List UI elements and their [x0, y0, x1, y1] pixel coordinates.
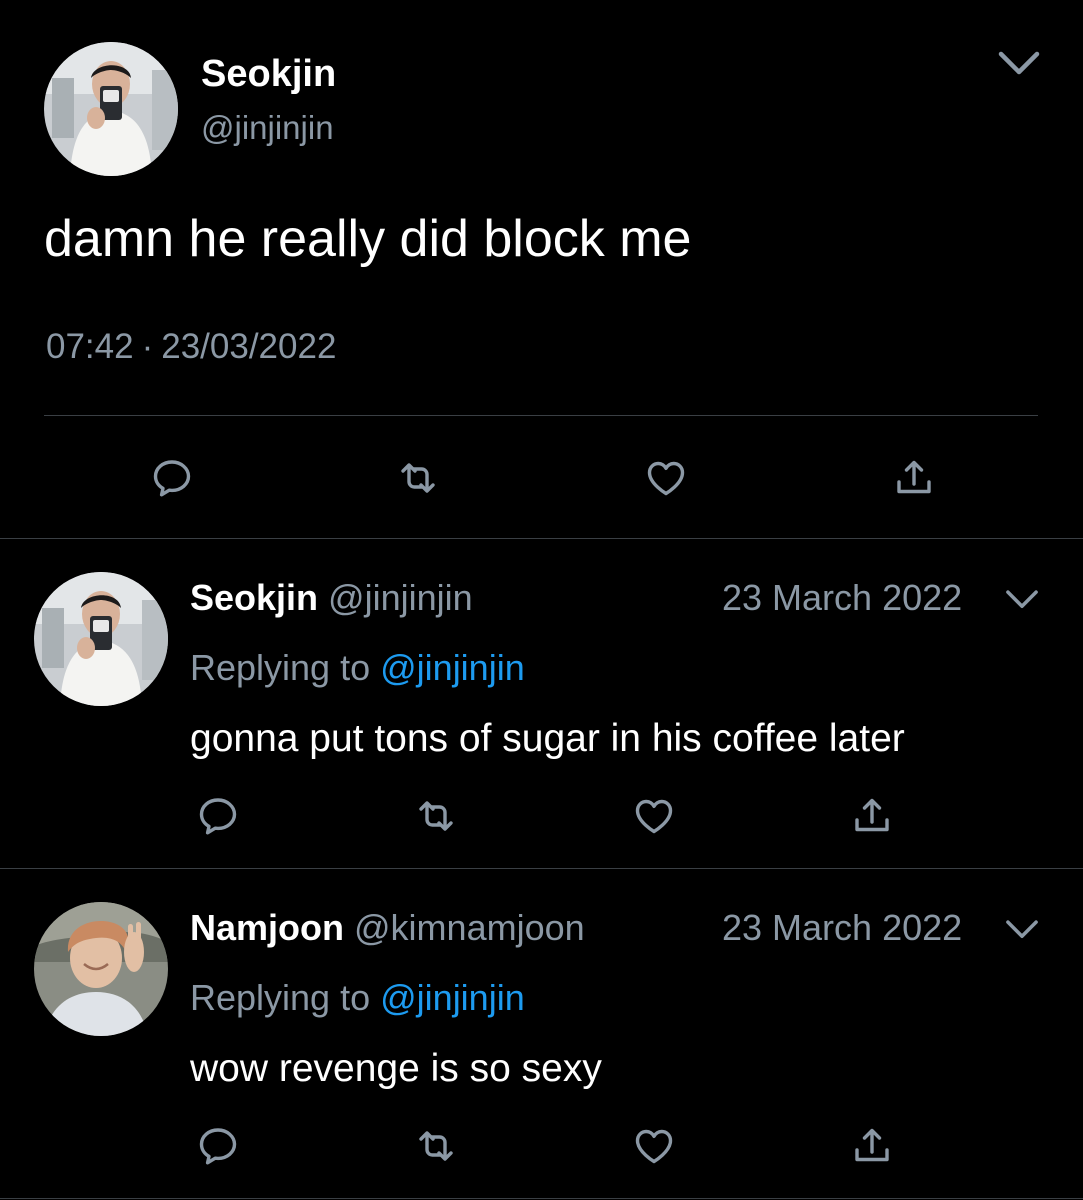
reply-text: wow revenge is so sexy [190, 1047, 602, 1090]
reply-date[interactable]: 23 March 2022 [722, 906, 962, 950]
retweet-icon [394, 454, 442, 502]
like-icon [642, 454, 690, 502]
reply-icon [194, 1122, 242, 1170]
avatar-photo-mirror-selfie [44, 42, 178, 176]
replying-to: Replying to @jinjinjin [190, 646, 525, 690]
retweet-icon [412, 1122, 460, 1170]
reply-author-name[interactable]: Seokjin [190, 577, 318, 618]
divider [0, 538, 1083, 539]
divider [0, 1198, 1083, 1199]
like-icon [630, 792, 678, 840]
reply-icon [194, 792, 242, 840]
share-button[interactable] [888, 452, 940, 504]
replying-to-mention[interactable]: @jinjinjin [380, 647, 525, 688]
replying-to-label: Replying to [190, 977, 371, 1018]
reply-author-handle[interactable]: @jinjinjin [328, 577, 473, 618]
reply-button[interactable] [146, 452, 198, 504]
retweet-button[interactable] [410, 1120, 462, 1172]
like-button[interactable] [628, 790, 680, 842]
reply-button[interactable] [192, 790, 244, 842]
reply-avatar[interactable] [34, 902, 168, 1036]
avatar-photo-mirror-selfie [34, 572, 168, 706]
chevron-down-icon[interactable] [996, 48, 1042, 80]
replying-to-mention[interactable]: @jinjinjin [380, 977, 525, 1018]
reply-icon [148, 454, 196, 502]
replying-to: Replying to @jinjinjin [190, 976, 525, 1020]
divider [0, 868, 1083, 869]
share-button[interactable] [846, 790, 898, 842]
reply-header: Seokjin @jinjinjin [190, 576, 473, 620]
retweet-button[interactable] [392, 452, 444, 504]
share-button[interactable] [846, 1120, 898, 1172]
like-button[interactable] [640, 452, 692, 504]
like-button[interactable] [628, 1120, 680, 1172]
reply-avatar[interactable] [34, 572, 168, 706]
tweet-time[interactable]: 07:42 [46, 327, 134, 366]
reply-text: gonna put tons of sugar in his coffee la… [190, 717, 905, 760]
divider [44, 415, 1038, 416]
retweet-button[interactable] [410, 790, 462, 842]
replying-to-label: Replying to [190, 647, 371, 688]
reply-button[interactable] [192, 1120, 244, 1172]
author-handle[interactable]: @jinjinjin [201, 108, 334, 148]
chevron-down-icon[interactable] [1004, 917, 1040, 943]
chevron-down-icon[interactable] [1004, 587, 1040, 613]
tweet-date[interactable]: 23/03/2022 [161, 327, 336, 366]
reply-date[interactable]: 23 March 2022 [722, 576, 962, 620]
reply-author-handle[interactable]: @kimnamjoon [354, 907, 585, 948]
tweet-text: damn he really did block me [44, 210, 692, 268]
retweet-icon [412, 792, 460, 840]
author-name[interactable]: Seokjin [201, 52, 336, 96]
meta-separator: · [141, 327, 154, 366]
share-icon [848, 1122, 896, 1170]
avatar-photo-peace-sign [34, 902, 168, 1036]
share-icon [848, 792, 896, 840]
reply-author-name[interactable]: Namjoon [190, 907, 344, 948]
share-icon [890, 454, 938, 502]
author-avatar[interactable] [44, 42, 178, 176]
reply-header: Namjoon @kimnamjoon [190, 906, 585, 950]
tweet-timestamp: 07:42 · 23/03/2022 [46, 326, 336, 368]
like-icon [630, 1122, 678, 1170]
